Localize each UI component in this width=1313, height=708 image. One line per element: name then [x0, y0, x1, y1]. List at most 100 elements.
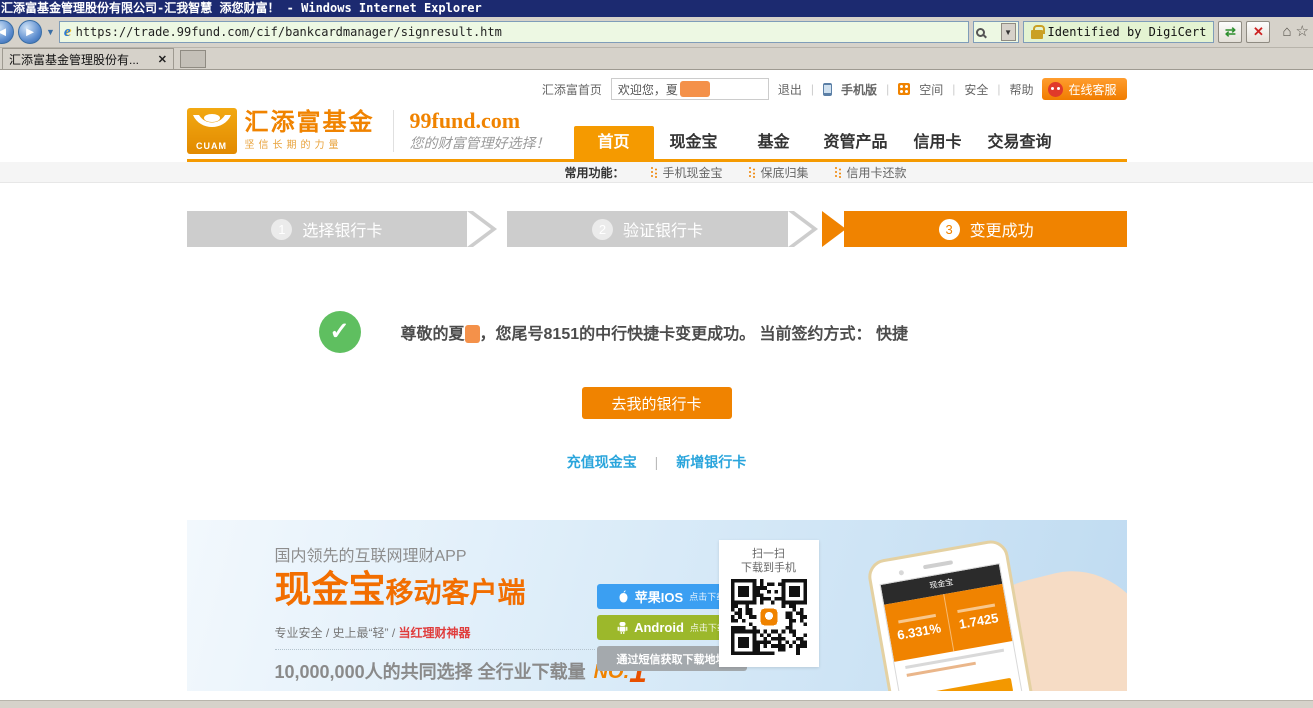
dots-icon: [749, 167, 756, 178]
divider: |: [997, 82, 1000, 96]
phone-speaker: [922, 560, 952, 569]
online-service-label: 在线客服: [1068, 81, 1116, 98]
message-prefix: 尊敬的夏: [401, 326, 465, 343]
nav-tab-funds[interactable]: 基金: [734, 126, 814, 159]
nav-tab-credit-card[interactable]: 信用卡: [898, 126, 978, 159]
cuam-logo[interactable]: CUAM: [187, 108, 237, 154]
status-bar: [0, 700, 1313, 708]
new-tab-button[interactable]: [180, 50, 206, 68]
tagline-red: 当红理财神器: [399, 626, 471, 640]
security-link[interactable]: 安全: [964, 81, 988, 98]
search-dropdown[interactable]: ▼: [1001, 23, 1016, 41]
apple-icon: [618, 590, 629, 603]
security-badge-text: Identified by DigiCert: [1048, 25, 1207, 39]
phone-nav-value: 1.7425: [957, 610, 999, 632]
domain-name: 99fund.com: [410, 109, 550, 133]
qr-caption-line1: 扫一扫: [719, 547, 819, 561]
back-button[interactable]: ◄: [0, 20, 14, 44]
step-number: 2: [592, 219, 613, 240]
banner-text-block: 国内领先的互联网理财APP 现金宝移动客户端 专业安全 / 史上最“轻” / 当…: [275, 542, 647, 684]
phone-rate-col: 6.331%: [884, 594, 953, 661]
nav-tab-transactions[interactable]: 交易查询: [978, 126, 1062, 159]
add-bankcard-link[interactable]: 新增银行卡: [676, 454, 746, 470]
mobile-version-link[interactable]: 手机版: [841, 81, 877, 98]
forward-button[interactable]: ►: [18, 20, 42, 44]
step-change-success: 3 变更成功: [846, 211, 1127, 247]
quick-link-credit-repay[interactable]: 信用卡还款: [835, 164, 907, 181]
logo-company-name: 汇添富基金: [245, 110, 375, 136]
banner-title: 现金宝移动客户端: [275, 570, 647, 618]
logout-link[interactable]: 退出: [778, 81, 802, 98]
sms-label: 通过短信获取下载地址: [617, 651, 727, 667]
banner-subtitle: 国内领先的互联网理财APP: [275, 542, 647, 566]
address-bar[interactable]: e https://trade.99fund.com/cif/bankcardm…: [59, 21, 969, 43]
utility-nav: 汇添富首页 欢迎您，夏 退出 | 手机版 | 空间 | 安全 | 帮助 在线客服: [187, 76, 1127, 102]
refresh-icon: ⇄: [1225, 24, 1236, 39]
space-link[interactable]: 空间: [919, 81, 943, 98]
search-icon: [976, 28, 985, 37]
stats-text: 10,000,000人的共同选择 全行业下载量: [275, 658, 586, 684]
refresh-button[interactable]: ⇄: [1218, 21, 1242, 43]
help-link[interactable]: 帮助: [1009, 81, 1033, 98]
android-label: Android: [634, 620, 684, 635]
tab-close-button[interactable]: ✕: [158, 53, 167, 66]
quick-link-mobile-cashbox[interactable]: 手机现金宝: [651, 164, 723, 181]
star-icon: ☆: [1296, 23, 1309, 40]
qr-card: 扫一扫 下载到手机: [719, 540, 819, 667]
step-verify-card: 2 验证银行卡: [507, 211, 788, 247]
domain-block: 99fund.com 您的财富管理好选择！: [410, 109, 550, 153]
search-box[interactable]: ▼: [973, 21, 1019, 43]
history-dropdown-icon[interactable]: ▼: [46, 27, 55, 37]
nav-tab-asset-products[interactable]: 资管产品: [814, 126, 898, 159]
cup-icon: [192, 113, 232, 135]
back-icon: ◄: [0, 24, 8, 39]
quick-link-label: 信用卡还款: [847, 164, 907, 181]
go-my-bankcards-button[interactable]: 去我的银行卡: [582, 387, 732, 419]
phone-screen: 现金宝 6.331% 1.7425: [879, 563, 1037, 691]
window-title: 汇添富基金管理股份有限公司-汇我智慧 添您财富！ - Windows Inter…: [1, 1, 482, 15]
home-button[interactable]: ⌂: [1282, 21, 1291, 43]
url-text[interactable]: https://trade.99fund.com/cif/bankcardman…: [76, 25, 502, 39]
security-badge[interactable]: Identified by DigiCert: [1023, 21, 1215, 43]
phone-nav-col: 1.7425: [942, 584, 1012, 652]
banner-title-main: 现金宝: [275, 569, 386, 610]
welcome-user-box[interactable]: 欢迎您，夏: [611, 78, 769, 100]
main-nav: 首页 现金宝 基金 资管产品 信用卡 交易查询: [574, 126, 1062, 159]
qr-code: [731, 579, 807, 655]
browser-tab[interactable]: 汇添富基金管理股份有... ✕: [2, 48, 174, 69]
quick-functions-label: 常用功能：: [565, 164, 625, 181]
forward-icon: ►: [24, 24, 37, 39]
step-label: 验证银行卡: [623, 217, 703, 241]
welcome-text: 欢迎您，夏: [618, 81, 678, 98]
mobile-phone-icon: [823, 83, 832, 96]
stop-button[interactable]: ✕: [1246, 21, 1270, 43]
ios-label: 苹果IOS: [635, 587, 683, 606]
step-number: 3: [939, 219, 960, 240]
quick-link-label: 手机现金宝: [663, 164, 723, 181]
browser-toolbar: ◄ ► ▼ e https://trade.99fund.com/cif/ban…: [0, 17, 1313, 48]
message-suffix: ，您尾号8151的中行快捷卡变更成功。 当前签约方式： 快捷: [480, 326, 909, 343]
recharge-cashbox-link[interactable]: 充值现金宝: [567, 454, 637, 470]
dots-icon: [835, 167, 842, 178]
online-service-button[interactable]: 在线客服: [1042, 78, 1126, 100]
ie-favicon: e: [64, 24, 71, 41]
phone-rate-value: 6.331%: [896, 620, 942, 642]
close-icon: ✕: [158, 54, 167, 66]
chevron-right-icon: [467, 211, 507, 247]
mascot-icon: [1048, 82, 1063, 97]
header-divider: [393, 110, 394, 152]
redacted-name: [465, 325, 480, 343]
banner-tagline: 专业安全 / 史上最“轻” / 当红理财神器: [275, 624, 595, 650]
site-header: CUAM 汇添富基金 坚信长期的力量 99fund.com 您的财富管理好选择！…: [187, 102, 1127, 162]
logo-text-block[interactable]: 汇添富基金 坚信长期的力量: [245, 110, 375, 151]
space-icon: [898, 83, 910, 95]
phone-camera: [898, 570, 904, 576]
favorites-button[interactable]: ☆: [1296, 21, 1309, 43]
nav-tab-cashbox[interactable]: 现金宝: [654, 126, 734, 159]
home-page-link[interactable]: 汇添富首页: [542, 81, 602, 98]
page-content: 汇添富首页 欢迎您，夏 退出 | 手机版 | 空间 | 安全 | 帮助 在线客服: [0, 70, 1313, 700]
nav-tab-home[interactable]: 首页: [574, 126, 654, 159]
app-promo-banner: 国内领先的互联网理财APP 现金宝移动客户端 专业安全 / 史上最“轻” / 当…: [187, 520, 1127, 691]
android-icon: [617, 621, 628, 634]
quick-link-guarantee-collect[interactable]: 保底归集: [749, 164, 809, 181]
